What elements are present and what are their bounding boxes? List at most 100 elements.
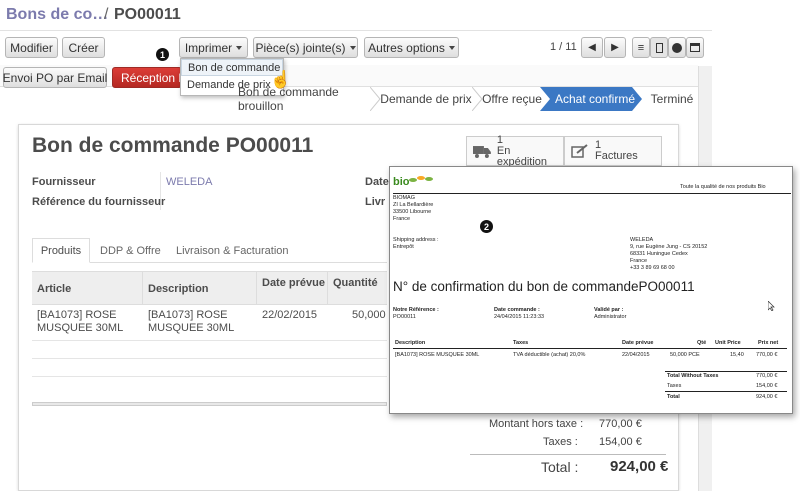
total-ht-label: Montant hors taxe : (489, 418, 584, 430)
stage-achat-confirme[interactable]: Achat confirmé (552, 87, 638, 111)
envoi-po-button[interactable]: Envoi PO par Email (3, 67, 107, 88)
form-view-button[interactable] (650, 37, 668, 58)
breadcrumb-parent[interactable]: Bons de co… (6, 6, 108, 24)
doc-rule (393, 348, 787, 349)
shipment-count: 1 (496, 133, 503, 146)
stage-brouillon[interactable]: Bon de commande brouillon (238, 85, 371, 113)
pieces-label: Pièce(s) jointe(s) (255, 40, 346, 55)
caret-down-icon (236, 45, 243, 50)
prev-button[interactable]: ◀ (581, 37, 603, 58)
caret-down-icon (349, 45, 356, 50)
list-icon: ≡ (637, 41, 645, 54)
doc-cell: 770,00 € (756, 352, 778, 358)
doc-company-line: 33500 Libourne (393, 209, 432, 215)
tab-ddp-offre[interactable]: DDP & Offre (100, 245, 161, 257)
total-divider (470, 454, 666, 455)
doc-taxes-label: Taxes (667, 383, 682, 389)
doc-supplier-line: France (630, 258, 648, 264)
col-date-prevue[interactable]: Date prévue (262, 277, 325, 289)
truck-icon (473, 145, 491, 158)
table-hscroll[interactable] (32, 402, 387, 406)
callout-2: 2 (480, 220, 493, 233)
col-divider (327, 271, 328, 305)
modifier-button[interactable]: Modifier (5, 37, 58, 58)
stage-demande-prix[interactable]: Demande de prix (380, 87, 472, 111)
doc-cell: [BA1073] ROSE MUSQUEE 30ML (395, 352, 480, 358)
map-view-button[interactable] (668, 37, 686, 58)
doc-rule (665, 391, 787, 392)
col-article[interactable]: Article (37, 283, 71, 295)
doc-col-header: Description (395, 340, 426, 346)
total-label: Total : (541, 459, 579, 475)
taxes-label: Taxes : (543, 436, 578, 448)
stage-termine[interactable]: Terminé (646, 87, 698, 111)
imprimer-label: Imprimer (184, 40, 233, 55)
arrow-right-icon: ▶ (611, 42, 619, 53)
autres-label: Autres options (368, 40, 445, 55)
creer-button[interactable]: Créer (62, 37, 105, 58)
doc-company-line: BIOMAG (393, 195, 416, 201)
breadcrumb-current: PO00011 (114, 6, 181, 23)
total-ht-value: 770,00 € (599, 418, 642, 430)
autres-options-button[interactable]: Autres options (364, 37, 459, 58)
doc-date-label: Date commande : (494, 307, 540, 313)
arrow-left-icon: ◀ (588, 42, 596, 53)
doc-supplier-line: 68331 Huningue Cedex (630, 251, 688, 257)
arrow-cursor-icon (768, 301, 775, 311)
doc-valid-value: Administrator (594, 314, 627, 320)
col-quantite[interactable]: Quantité (333, 277, 378, 289)
doc-total-value: 924,00 € (756, 394, 778, 400)
cell-qty: 50,000 (352, 309, 386, 321)
row-line (32, 358, 387, 359)
form-icon (655, 42, 663, 53)
doc-col-header: Date prévue (622, 340, 654, 346)
cell-article: [BA1073] ROSE MUSQUEE 30ML (37, 309, 124, 334)
tab-produits[interactable]: Produits (32, 238, 90, 263)
doc-total-label: Total (667, 394, 680, 400)
doc-total-wo-label: Total Without Taxes (667, 373, 719, 379)
doc-tagline: Toute la qualité de nos produits Bio (680, 184, 766, 190)
fournisseur-value[interactable]: WELEDA (166, 176, 212, 188)
shipment-smart-button[interactable]: 1 En expédition (466, 133, 564, 167)
list-view-button[interactable]: ≡ (632, 37, 650, 58)
row-line (32, 376, 387, 377)
divider (0, 30, 712, 31)
invoices-smart-button[interactable]: 1 Factures (564, 136, 662, 166)
leaves-icon (409, 176, 433, 182)
header: Bons de co… / PO00011 (0, 0, 712, 32)
printed-document-preview: bio Toute la qualité de nos produits Bio… (389, 166, 793, 414)
doc-ref-value: PO00011 (393, 314, 416, 320)
doc-supplier-line: WELEDA (630, 237, 654, 243)
doc-col-header: Unit Price (715, 340, 741, 346)
col-divider (256, 271, 257, 305)
reception-facture-button[interactable]: Réception Fa (112, 67, 182, 88)
doc-col-header: Taxes (513, 340, 529, 346)
livraison-label: Livr (365, 196, 386, 208)
caret-down-icon (448, 45, 455, 50)
tab-livraison-facturation[interactable]: Livraison & Facturation (176, 245, 289, 257)
pieces-jointes-button[interactable]: Pièce(s) jointe(s) (253, 37, 358, 58)
cell-description: [BA1073] ROSE MUSQUEE 30ML (148, 309, 235, 334)
doc-title: N° de confirmation du bon de commandePO0… (393, 279, 695, 294)
col-description[interactable]: Description (148, 283, 209, 295)
doc-company-line: France (393, 216, 411, 222)
next-button[interactable]: ▶ (604, 37, 626, 58)
doc-valid-label: Validé par : (594, 307, 624, 313)
date-label: Date (365, 176, 389, 188)
imprimer-button[interactable]: Imprimer (179, 37, 248, 58)
doc-company-line: ZI La Bellardière (393, 202, 434, 208)
menu-item-bon-de-commande[interactable]: Bon de commande (181, 59, 283, 76)
stage-offre-recue[interactable]: Offre reçue (482, 87, 542, 111)
pager: 1 / 11 (550, 41, 577, 53)
col-divider (142, 271, 143, 305)
doc-supplier-line: 9, rue Eugène Jung - CS 20152 (630, 244, 708, 250)
total-value: 924,00 € (610, 458, 669, 475)
doc-cell: 15,40 (730, 352, 744, 358)
row-line (32, 340, 387, 341)
doc-shipping-label: Shipping address : (393, 237, 439, 243)
cell-date: 22/02/2015 (262, 309, 318, 321)
globe-icon (672, 42, 682, 53)
doc-taxes-value: 154,00 € (756, 383, 778, 389)
doc-total-wo-value: 770,00 € (756, 373, 778, 379)
calendar-view-button[interactable] (686, 37, 704, 58)
